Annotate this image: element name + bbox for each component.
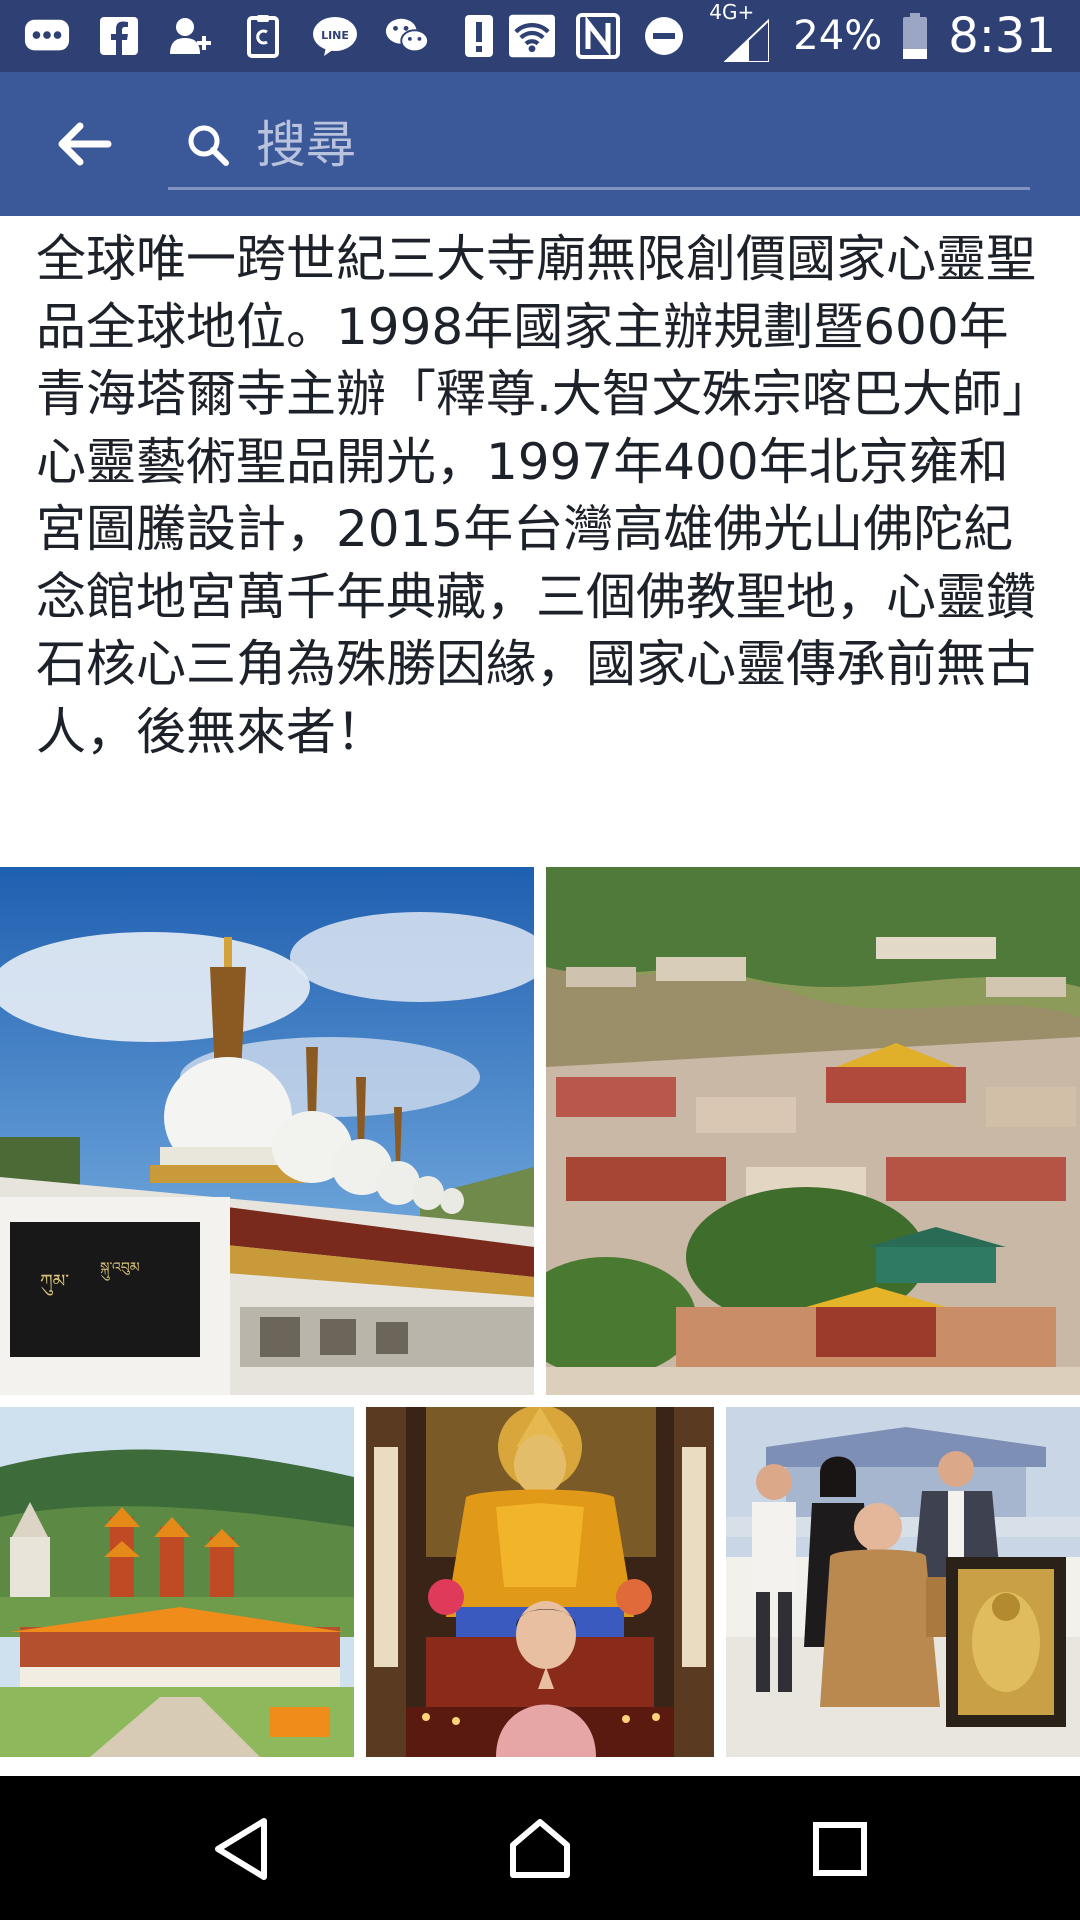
- search-icon: [180, 117, 236, 173]
- post-text: 全球唯一跨世紀三大寺廟無限創價國家心靈聖品全球地位。1998年國家主辦規劃暨60…: [36, 230, 1036, 761]
- battery-icon: [902, 13, 928, 59]
- nav-back-icon: [215, 1818, 267, 1880]
- group-with-monk-photo[interactable]: [726, 1407, 1080, 1757]
- alert-icon: [456, 13, 502, 59]
- clock: 8:31: [948, 8, 1056, 64]
- nav-back-button[interactable]: [192, 1804, 292, 1894]
- system-status: 4G+ 24% 8:31: [509, 2, 1056, 66]
- back-arrow-icon: [58, 122, 112, 166]
- navigation-bar: [0, 1776, 1080, 1920]
- monastery-hillside-photo[interactable]: [546, 867, 1080, 1395]
- nav-recents-button[interactable]: [790, 1804, 890, 1894]
- line-icon: LINE: [312, 13, 358, 59]
- nfc-icon: [575, 13, 621, 59]
- wechat-icon: [384, 13, 430, 59]
- white-stupas-photo[interactable]: ཀུམ་ སྐུ་འབུམ: [0, 867, 534, 1395]
- battery-percent: 24%: [793, 13, 883, 59]
- buddha-memorial-center-photo[interactable]: [0, 1407, 354, 1757]
- back-button[interactable]: [44, 112, 124, 176]
- do-not-disturb-icon: [641, 13, 687, 59]
- wifi-icon: [509, 13, 556, 59]
- notification-icons: LINE: [24, 13, 502, 59]
- app-bar: [0, 72, 1080, 216]
- add-friend-icon: [168, 13, 214, 59]
- search-box[interactable]: [168, 102, 1030, 190]
- nav-home-button[interactable]: [490, 1804, 590, 1894]
- nav-home-icon: [510, 1819, 570, 1878]
- facebook-icon: [96, 13, 142, 59]
- search-input[interactable]: [254, 114, 958, 175]
- cell-signal: 4G+: [707, 2, 773, 66]
- clipboard-icon: [240, 13, 286, 59]
- svg-text:LINE: LINE: [321, 29, 349, 42]
- status-bar: LINE 4G+ 24% 8:31: [0, 0, 1080, 72]
- nav-recents-icon: [813, 1822, 867, 1876]
- messages-icon: [24, 13, 70, 59]
- cell-signal-icon: [723, 18, 770, 62]
- golden-buddha-shrine-photo[interactable]: [366, 1407, 714, 1757]
